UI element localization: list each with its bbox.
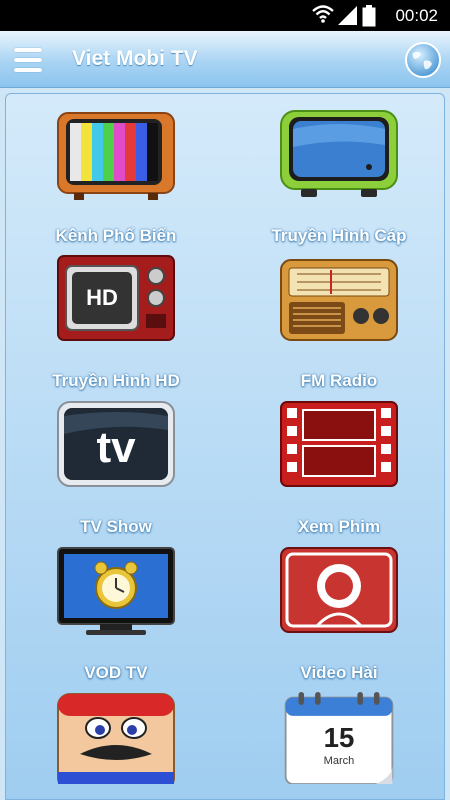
- tile-label: Truyền Hình Cáp: [271, 226, 407, 245]
- tv-text-icon: tv: [57, 401, 175, 487]
- alarm-clock-tv-icon: [57, 547, 175, 635]
- calendar-icon: 15 March: [284, 692, 394, 784]
- tile-tv-show[interactable]: tv TV Show: [16, 400, 216, 540]
- calendar-month: March: [324, 755, 355, 767]
- tile-label: TV Show: [80, 517, 152, 536]
- wifi-icon: [312, 5, 334, 23]
- channel-grid: Kênh Phổ Biến Truyền Hình Cáp HD Truyền …: [5, 93, 445, 800]
- tile-video-hai[interactable]: Video Hài: [239, 546, 439, 686]
- globe-icon[interactable]: [404, 41, 442, 79]
- app-bar: Viet Mobi TV: [0, 31, 450, 88]
- radio-icon: [280, 259, 398, 341]
- svg-text:tv: tv: [96, 423, 136, 472]
- tile-label: Kênh Phổ Biến: [55, 226, 177, 245]
- tile-truyen-hinh-cap[interactable]: Truyền Hình Cáp: [239, 109, 439, 249]
- hamburger-icon: [14, 48, 42, 52]
- tile-label: Truyền Hình HD: [52, 371, 180, 390]
- video-play-icon: [280, 547, 398, 633]
- mario-face-icon: [57, 693, 175, 784]
- status-time: 00:02: [395, 6, 438, 25]
- retro-tv-color-bars-icon: [57, 112, 175, 200]
- tile-kenh-pho-bien[interactable]: Kênh Phổ Biến: [16, 109, 216, 249]
- menu-button[interactable]: [14, 48, 42, 72]
- battery-icon: [362, 5, 376, 27]
- signal-icon: [338, 6, 357, 25]
- tile-cartoon[interactable]: [16, 692, 216, 799]
- svg-text:HD: HD: [86, 285, 118, 310]
- status-bar: 00:02: [0, 0, 450, 31]
- app-title: Viet Mobi TV: [72, 47, 198, 70]
- tile-xem-phim[interactable]: Xem Phim: [239, 400, 439, 540]
- tile-calendar[interactable]: 15 March: [239, 692, 439, 799]
- tile-label: Xem Phim: [297, 517, 381, 536]
- modern-tv-icon: [280, 110, 398, 197]
- tile-truyen-hinh-hd[interactable]: HD Truyền Hình HD: [16, 254, 216, 394]
- tile-label: Video Hài: [300, 663, 378, 682]
- tile-label: FM Radio: [300, 371, 378, 390]
- tile-vod-tv[interactable]: VOD TV: [16, 546, 216, 686]
- hd-tv-icon: HD: [57, 255, 175, 341]
- film-strip-icon: [280, 401, 398, 487]
- tile-label: VOD TV: [84, 663, 148, 682]
- tile-fm-radio[interactable]: FM Radio: [239, 254, 439, 394]
- calendar-day: 15: [324, 722, 355, 753]
